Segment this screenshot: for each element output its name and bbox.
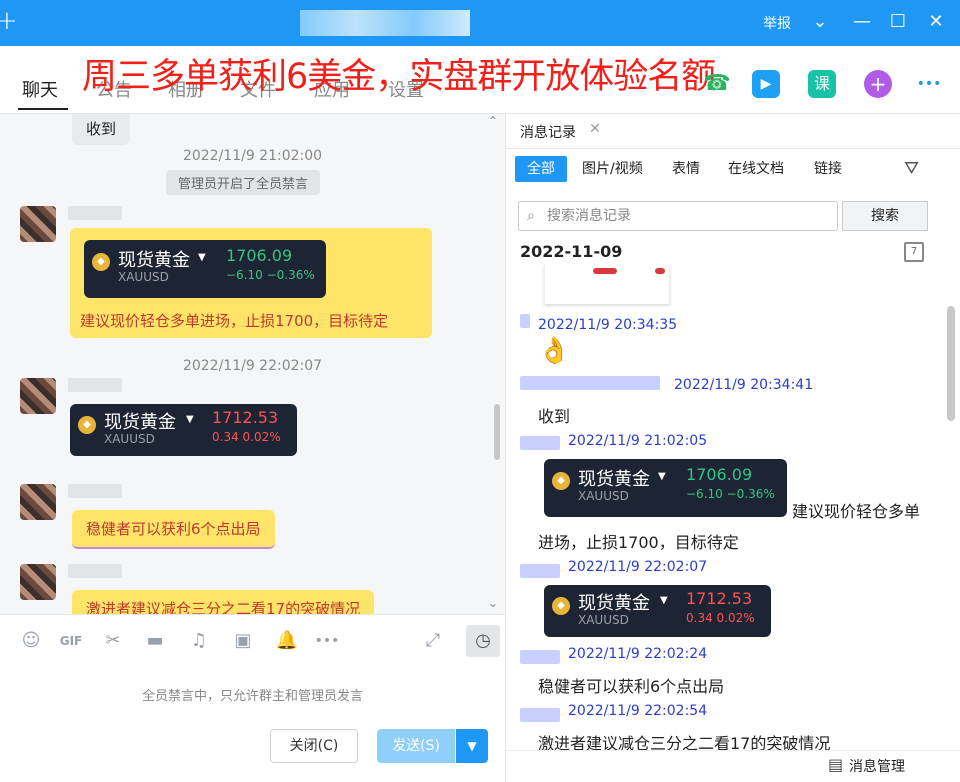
filter-all[interactable]: 全部 — [515, 156, 567, 182]
chat-message-text: 稳健者可以获利6个点出局 — [72, 510, 275, 549]
history-timestamp: 2022/11/9 22:02:54 — [568, 703, 708, 719]
collapse-down-icon[interactable]: ⌄ — [488, 596, 498, 610]
close-icon[interactable]: ✕ — [589, 121, 601, 137]
input-area: ☺ GIF ✂ ▬ ♫ ▣ 🔔 ••• ⤢ ◷ 全员禁言中，只允许群主和管理员发… — [0, 614, 505, 782]
search-icon: ⌕ — [527, 208, 535, 224]
history-message: 建议现价轻仓多单 — [792, 502, 921, 521]
filter-docs[interactable]: 在线文档 — [716, 156, 796, 182]
more-icon[interactable]: ••• — [314, 629, 340, 653]
tab-message-history[interactable]: 消息记录 — [520, 122, 576, 142]
maximize-icon[interactable]: ☐ — [886, 10, 910, 34]
history-message: 👌 — [538, 336, 571, 366]
filter-icon[interactable]: ⛛ — [904, 158, 919, 179]
history-message: 收到 — [538, 407, 571, 426]
system-notice: 管理员开启了全员禁言 — [166, 170, 321, 195]
close-button[interactable]: 关闭(C) — [270, 729, 358, 763]
chevron-down-icon: ▼ — [198, 252, 206, 263]
minimize-icon[interactable]: — — [850, 10, 874, 34]
history-timestamp: 2022/11/9 22:02:07 — [568, 559, 708, 575]
gold-quote-card[interactable]: ◆ 现货黄金 ▼ XAUUSD 1706.09 −6.10 −0.36% — [544, 459, 787, 517]
history-message: 稳健者可以获利6个点出局 — [538, 677, 725, 696]
call-icon[interactable]: ☎ — [703, 70, 731, 98]
emoji-icon[interactable]: ☺ — [18, 629, 44, 653]
video-icon[interactable]: ▶ — [752, 70, 780, 98]
gold-quote-card[interactable]: ◆ 现货黄金 ▼ XAUUSD 1706.09 −6.10 −0.36% — [84, 240, 326, 298]
gold-coin-icon: ◆ — [78, 416, 96, 434]
avatar[interactable] — [20, 564, 56, 600]
sender-name-blurred — [68, 484, 122, 498]
chevron-down-icon[interactable]: ⌄ — [808, 10, 832, 34]
filter-media[interactable]: 图片/视频 — [570, 156, 655, 182]
folder-icon[interactable]: ▬ — [142, 629, 168, 653]
gold-quote-card[interactable]: ◆ 现货黄金 ▼ XAUUSD 1712.53 0.34 0.02% — [544, 585, 771, 637]
title-bar: + 举报 ⌄ — ☐ ✕ — [0, 0, 960, 46]
history-scrollbar[interactable] — [947, 306, 955, 421]
collapse-up-icon[interactable]: ⌃ — [488, 114, 498, 128]
message-manager-button[interactable]: 消息管理 — [849, 756, 905, 776]
report-button[interactable]: 举报 — [763, 13, 791, 33]
add-icon[interactable]: + — [864, 70, 892, 98]
scissors-icon[interactable]: ✂ — [100, 629, 126, 653]
gif-icon[interactable]: GIF — [58, 629, 84, 653]
chat-scrollbar[interactable] — [494, 404, 500, 460]
gold-coin-icon: ◆ — [552, 597, 570, 615]
avatar[interactable] — [20, 206, 56, 242]
group-nav: 聊天 公告 相册 文件 应用 设置 周三多单获利6美金，实盘群开放体验名额 ☎ … — [0, 46, 960, 114]
chat-timestamp: 2022/11/9 21:02:00 — [182, 148, 323, 164]
chat-message-card: ◆ 现货黄金 ▼ XAUUSD 1706.09 −6.10 −0.36% 建议现… — [70, 228, 432, 338]
expand-icon[interactable]: ⤢ — [420, 629, 446, 653]
chat-message-text: 建议现价轻仓多单进场，止损1700，目标待定 — [80, 312, 389, 330]
chat-timestamp: 2022/11/9 22:02:07 — [182, 358, 323, 374]
date-heading: 2022-11-09 — [520, 242, 623, 261]
history-timestamp: 2022/11/9 20:34:41 — [674, 377, 814, 393]
more-icon[interactable]: ••• — [912, 70, 946, 98]
blurred-group-name — [300, 10, 470, 36]
promo-banner-text: 周三多单获利6美金，实盘群开放体验名额 — [82, 57, 716, 97]
send-options-chevron-icon[interactable]: ▼ — [456, 729, 488, 763]
message-manager-icon[interactable]: ▤ — [828, 755, 843, 774]
image-icon[interactable]: ▣ — [230, 629, 256, 653]
music-icon[interactable]: ♫ — [186, 629, 212, 653]
active-tab-underline — [18, 108, 68, 110]
chat-message-received: 收到 — [72, 114, 131, 145]
tab-chat[interactable]: 聊天 — [22, 76, 58, 102]
history-timestamp: 2022/11/9 20:34:35 — [538, 317, 678, 333]
chevron-down-icon: ▼ — [186, 414, 194, 425]
search-input[interactable]: ⌕ 搜索消息记录 — [518, 201, 838, 231]
image-thumbnail[interactable] — [544, 264, 670, 304]
sender-name-blurred — [68, 564, 122, 578]
calendar-icon[interactable]: 7 — [904, 242, 924, 262]
avatar[interactable] — [20, 378, 56, 414]
gold-coin-icon: ◆ — [552, 472, 570, 490]
close-icon[interactable]: ✕ — [924, 10, 948, 34]
bell-icon[interactable]: 🔔 — [274, 629, 300, 653]
plus-icon[interactable]: + — [0, 6, 18, 36]
chevron-down-icon: ▼ — [658, 471, 666, 482]
send-button[interactable]: 发送(S) — [377, 729, 455, 763]
filter-links[interactable]: 链接 — [802, 156, 854, 182]
clock-icon[interactable]: ◷ — [466, 625, 500, 657]
history-timestamp: 2022/11/9 22:02:24 — [568, 646, 708, 662]
gold-quote-card[interactable]: ◆ 现货黄金 ▼ XAUUSD 1712.53 0.34 0.02% — [70, 404, 297, 456]
sender-name-blurred — [68, 378, 122, 392]
sender-name-blurred — [68, 206, 122, 220]
chat-pane: 收到 ⌃ 2022/11/9 21:02:00 管理员开启了全员禁言 ◆ 现货黄… — [0, 114, 505, 614]
history-message: 进场，止损1700，目标待定 — [538, 533, 739, 552]
history-timestamp: 2022/11/9 21:02:05 — [568, 433, 708, 449]
avatar[interactable] — [20, 484, 56, 520]
search-button[interactable]: 搜索 — [842, 201, 928, 231]
message-history-pane: 消息记录 ✕ 全部 图片/视频 表情 在线文档 链接 ⛛ ⌕ 搜索消息记录 搜索… — [505, 114, 960, 782]
gold-coin-icon: ◆ — [92, 253, 110, 271]
ban-notice: 全员禁言中，只允许群主和管理员发言 — [141, 689, 363, 704]
filter-stickers[interactable]: 表情 — [660, 156, 712, 182]
course-icon[interactable]: 课 — [808, 70, 836, 98]
chat-message-text: 激进者建议减仓三分之二看17的突破情况 — [72, 590, 375, 614]
chevron-down-icon: ▼ — [660, 595, 668, 606]
